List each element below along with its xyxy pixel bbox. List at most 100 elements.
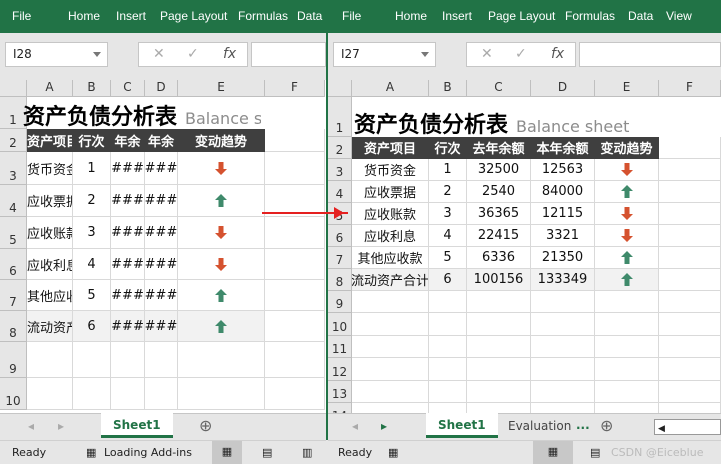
- cell-trend[interactable]: [595, 181, 659, 203]
- chevron-down-icon[interactable]: [93, 52, 101, 61]
- ribbon-tab[interactable]: Formulas: [238, 9, 288, 23]
- cell-item[interactable]: 流动资产合计: [27, 311, 73, 342]
- cell[interactable]: [595, 381, 659, 403]
- cell[interactable]: [265, 311, 325, 342]
- column-header-D[interactable]: D: [531, 80, 595, 97]
- cell-row-number[interactable]: 2: [73, 185, 111, 217]
- row-header-5[interactable]: 5: [0, 217, 27, 249]
- formula-input[interactable]: [579, 42, 721, 67]
- cell[interactable]: [73, 378, 111, 410]
- cell[interactable]: [352, 291, 429, 313]
- cell[interactable]: [595, 313, 659, 336]
- cell-overflow[interactable]: ###: [111, 152, 145, 185]
- cell[interactable]: [352, 336, 429, 358]
- cell[interactable]: [178, 342, 265, 378]
- ribbon-tab[interactable]: File: [342, 9, 361, 23]
- cell-row-number[interactable]: 1: [73, 152, 111, 185]
- ribbon-tab[interactable]: View: [666, 9, 692, 23]
- cell-row-number[interactable]: 1: [429, 159, 467, 181]
- cell-last-year[interactable]: 22415: [467, 225, 531, 247]
- cell-trend[interactable]: [595, 247, 659, 269]
- cell-item[interactable]: 应收账款: [352, 203, 429, 225]
- function-icon[interactable]: fx: [223, 46, 236, 62]
- cell[interactable]: [659, 403, 721, 413]
- cell[interactable]: [145, 378, 178, 410]
- column-header-E[interactable]: E: [595, 80, 659, 97]
- cell-item[interactable]: 货币资金: [27, 152, 73, 185]
- cell[interactable]: [429, 381, 467, 403]
- scroll-right-icon[interactable]: ▸: [58, 419, 64, 433]
- cell[interactable]: [352, 358, 429, 381]
- row-header-4[interactable]: 4: [328, 181, 352, 203]
- row-header-10[interactable]: 10: [0, 378, 27, 410]
- column-header-C[interactable]: C: [467, 80, 531, 97]
- name-box[interactable]: I28: [5, 42, 108, 67]
- cell-item[interactable]: 应收利息: [27, 249, 73, 280]
- row-header-1[interactable]: 1: [328, 97, 352, 137]
- cell-row-number[interactable]: 4: [429, 225, 467, 247]
- cell[interactable]: [352, 403, 429, 413]
- cell-last-year[interactable]: 36365: [467, 203, 531, 225]
- spreadsheet-grid[interactable]: ABCDEF1234567891011121314资产负债分析表Balance …: [328, 80, 721, 413]
- column-header-A[interactable]: A: [352, 80, 429, 97]
- row-header-7[interactable]: 7: [0, 280, 27, 311]
- row-header-9[interactable]: 9: [328, 291, 352, 313]
- cell-this-year[interactable]: 84000: [531, 181, 595, 203]
- scroll-left-icon[interactable]: ◂: [28, 419, 34, 433]
- cell[interactable]: [659, 313, 721, 336]
- cell-overflow[interactable]: ###: [145, 217, 178, 249]
- cell-trend[interactable]: [595, 203, 659, 225]
- cell[interactable]: [352, 313, 429, 336]
- cell-this-year[interactable]: 3321: [531, 225, 595, 247]
- column-header-B[interactable]: B: [429, 80, 467, 97]
- cell[interactable]: [595, 358, 659, 381]
- cell-trend[interactable]: [178, 249, 265, 280]
- row-header-2[interactable]: 2: [328, 137, 352, 159]
- ribbon-tab[interactable]: Page Layout: [160, 9, 227, 23]
- cell-row-number[interactable]: 6: [73, 311, 111, 342]
- spreadsheet-grid[interactable]: ABCDEF12345678910资产负债分析表Balance sheet资产项…: [0, 80, 326, 413]
- cell[interactable]: [659, 269, 721, 291]
- cell-item[interactable]: 货币资金: [352, 159, 429, 181]
- cell-item[interactable]: 应收利息: [352, 225, 429, 247]
- cell-overflow[interactable]: ###: [111, 249, 145, 280]
- cell[interactable]: [659, 358, 721, 381]
- add-sheet-icon[interactable]: ⊕: [600, 416, 613, 435]
- function-icon[interactable]: fx: [551, 46, 564, 62]
- cell-row-number[interactable]: 5: [429, 247, 467, 269]
- cell-trend[interactable]: [178, 280, 265, 311]
- row-header-7[interactable]: 7: [328, 247, 352, 269]
- cell-item[interactable]: 应收票据: [352, 181, 429, 203]
- cell-item[interactable]: 流动资产合计: [352, 269, 429, 291]
- page-break-icon[interactable]: ▥: [302, 446, 312, 459]
- select-all-corner[interactable]: [328, 80, 352, 97]
- page-layout-icon[interactable]: ▤: [262, 446, 272, 459]
- ribbon-tab[interactable]: Data: [297, 9, 322, 23]
- more-sheets-button[interactable]: ...: [576, 418, 590, 432]
- cell[interactable]: [429, 313, 467, 336]
- cell[interactable]: [429, 291, 467, 313]
- cell[interactable]: [429, 336, 467, 358]
- cell-row-number[interactable]: 4: [73, 249, 111, 280]
- cancel-icon[interactable]: ✕: [481, 46, 493, 62]
- cell[interactable]: [467, 291, 531, 313]
- cell[interactable]: [265, 342, 325, 378]
- cell[interactable]: [27, 378, 73, 410]
- cell[interactable]: [531, 358, 595, 381]
- cell[interactable]: [659, 381, 721, 403]
- chevron-down-icon[interactable]: [421, 52, 429, 61]
- cell[interactable]: [27, 342, 73, 378]
- cell[interactable]: [467, 381, 531, 403]
- cell[interactable]: [659, 159, 721, 181]
- cell-trend[interactable]: [595, 225, 659, 247]
- row-header-12[interactable]: 12: [328, 358, 352, 381]
- ribbon-tab[interactable]: Home: [395, 9, 427, 23]
- cell-row-number[interactable]: 3: [429, 203, 467, 225]
- horizontal-scrollbar[interactable]: ◀: [654, 419, 721, 435]
- row-header-3[interactable]: 3: [328, 159, 352, 181]
- cell[interactable]: [73, 342, 111, 378]
- cell[interactable]: [265, 280, 325, 311]
- normal-view-icon[interactable]: ▦: [533, 441, 573, 464]
- cell-last-year[interactable]: 6336: [467, 247, 531, 269]
- cell[interactable]: [467, 358, 531, 381]
